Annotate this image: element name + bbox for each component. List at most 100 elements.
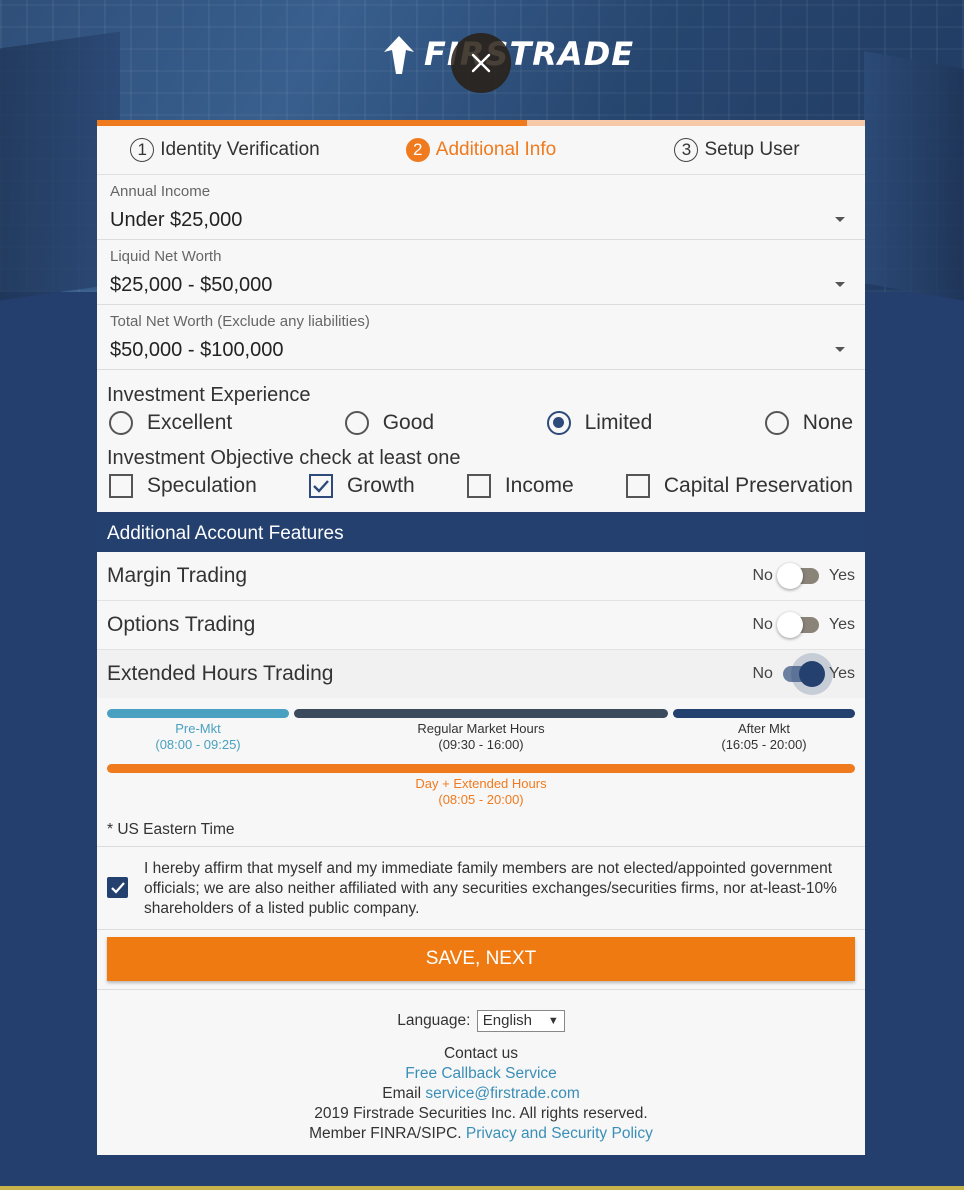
regular-hours-time: (09:30 - 16:00) xyxy=(438,737,524,752)
email-label: Email xyxy=(382,1085,422,1102)
copyright-text: 2019 Firstrade Securities Inc. All right… xyxy=(314,1105,648,1122)
radio-icon xyxy=(344,411,369,435)
select-caret-icon: ▼ xyxy=(547,1015,559,1027)
radio-good[interactable]: Good xyxy=(344,411,435,435)
step-number: 2 xyxy=(405,138,430,162)
after-market-bar xyxy=(673,709,855,718)
radio-limited[interactable]: Limited xyxy=(546,411,653,435)
toggle-track[interactable] xyxy=(782,661,825,687)
checkbox-capital-preservation[interactable]: Capital Preservation xyxy=(625,474,853,498)
toggle-no-label: No xyxy=(752,616,773,633)
field-label: Annual Income xyxy=(110,183,211,200)
toggle-yes-label: Yes xyxy=(828,567,855,584)
toggle-knob[interactable] xyxy=(776,612,803,638)
step-number: 3 xyxy=(674,138,699,162)
checkbox-growth[interactable]: Growth xyxy=(308,474,415,498)
step-label: Identity Verification xyxy=(160,139,320,160)
pre-market-name: Pre-Mkt xyxy=(175,721,221,736)
member-text: Member FINRA/SIPC. xyxy=(309,1125,462,1142)
save-next-button[interactable]: SAVE, NEXT xyxy=(107,937,855,981)
toggle-track[interactable] xyxy=(776,563,819,589)
options-trading-toggle[interactable]: No Yes xyxy=(752,612,855,638)
radio-excellent[interactable]: Excellent xyxy=(109,411,232,435)
pre-market-label: Pre-Mkt (08:00 - 09:25) xyxy=(107,721,289,753)
radio-label: Limited xyxy=(584,411,653,434)
close-button[interactable] xyxy=(451,33,511,93)
checkbox-label: Income xyxy=(504,474,574,497)
annual-income-select[interactable]: Annual Income Under $25,000 xyxy=(97,175,865,240)
field-value: Under $25,000 xyxy=(110,209,243,231)
footer: Language: English ▼ Contact us Free Call… xyxy=(97,1010,865,1144)
radio-none[interactable]: None xyxy=(764,411,853,435)
after-market-time: (16:05 - 20:00) xyxy=(721,737,807,752)
timezone-note: * US Eastern Time xyxy=(107,821,235,838)
language-select[interactable]: English ▼ xyxy=(476,1010,565,1032)
progress-bar xyxy=(97,120,865,126)
toggle-knob[interactable] xyxy=(798,661,825,687)
checkbox-icon xyxy=(625,474,650,498)
toggle-knob[interactable] xyxy=(776,563,803,589)
step-setup-user[interactable]: 3 Setup User xyxy=(609,138,865,162)
affirmation-row: I hereby affirm that myself and my immed… xyxy=(97,846,865,930)
stepper: 1 Identity Verification 2 Additional Inf… xyxy=(97,126,865,175)
logo-arrow-icon xyxy=(384,36,414,74)
checkbox-icon xyxy=(109,474,133,498)
toggle-track[interactable] xyxy=(776,612,819,638)
footer-divider xyxy=(97,989,865,990)
checkbox-label: Growth xyxy=(346,474,415,497)
caret-down-icon xyxy=(835,217,845,222)
options-trading-row: Options Trading No Yes xyxy=(97,601,865,650)
step-label: Additional Info xyxy=(435,139,557,160)
radio-icon xyxy=(764,411,789,435)
checkbox-speculation[interactable]: Speculation xyxy=(109,474,257,498)
total-net-worth-select[interactable]: Total Net Worth (Exclude any liabilities… xyxy=(97,305,865,370)
field-label: Total Net Worth (Exclude any liabilities… xyxy=(110,313,370,330)
close-icon xyxy=(471,53,491,73)
after-market-name: After Mkt xyxy=(737,721,790,736)
free-callback-link[interactable]: Free Callback Service xyxy=(405,1065,557,1082)
caret-down-icon xyxy=(835,282,845,287)
radio-selected-icon xyxy=(546,411,571,435)
language-value: English xyxy=(482,1012,532,1029)
field-value: $50,000 - $100,000 xyxy=(110,339,284,361)
language-label: Language: xyxy=(397,1012,471,1030)
member-row: Member FINRA/SIPC. Privacy and Security … xyxy=(97,1124,865,1144)
pre-market-time: (08:00 - 09:25) xyxy=(155,737,241,752)
after-market-label: After Mkt (16:05 - 20:00) xyxy=(673,721,855,753)
email-row: Email service@firstrade.com xyxy=(97,1084,865,1104)
toggle-yes-label: Yes xyxy=(828,665,855,682)
form-card: 1 Identity Verification 2 Additional Inf… xyxy=(97,120,865,512)
radio-label: Good xyxy=(382,411,435,434)
bottom-edge-strip xyxy=(0,1186,964,1190)
experience-title: Investment Experience xyxy=(107,384,311,406)
checkbox-income[interactable]: Income xyxy=(466,474,574,498)
step-additional-info[interactable]: 2 Additional Info xyxy=(353,138,609,162)
progress-fill xyxy=(97,120,528,126)
radio-icon xyxy=(109,411,133,435)
toggle-yes-label: Yes xyxy=(828,616,855,633)
checkbox-label: Speculation xyxy=(147,474,257,497)
checkmark-icon xyxy=(110,881,125,894)
objective-checkbox-group: Speculation Growth Income Capital Preser… xyxy=(97,470,865,512)
features-card: Margin Trading No Yes Options Trading No… xyxy=(97,552,865,1155)
language-row: Language: English ▼ xyxy=(97,1010,865,1032)
regular-hours-label: Regular Market Hours (09:30 - 16:00) xyxy=(294,721,668,753)
liquid-net-worth-select[interactable]: Liquid Net Worth $25,000 - $50,000 xyxy=(97,240,865,305)
caret-down-icon xyxy=(835,347,845,352)
step-identity[interactable]: 1 Identity Verification xyxy=(97,138,353,162)
feature-label: Margin Trading xyxy=(107,564,248,587)
affirmation-text: I hereby affirm that myself and my immed… xyxy=(144,860,837,917)
email-link[interactable]: service@firstrade.com xyxy=(425,1085,579,1102)
toggle-no-label: No xyxy=(752,665,773,682)
privacy-policy-link[interactable]: Privacy and Security Policy xyxy=(466,1125,653,1142)
extended-hours-name: Day + Extended Hours xyxy=(415,776,547,791)
objective-title: Investment Objective check at least one xyxy=(107,447,461,469)
feature-label: Extended Hours Trading xyxy=(107,662,334,685)
extended-hours-toggle[interactable]: No Yes xyxy=(752,661,855,687)
margin-trading-toggle[interactable]: No Yes xyxy=(752,563,855,589)
step-number: 1 xyxy=(130,138,155,162)
building-right xyxy=(864,51,964,301)
affirm-checkbox[interactable] xyxy=(107,877,128,898)
checkbox-label: Capital Preservation xyxy=(663,474,853,497)
field-label: Liquid Net Worth xyxy=(110,248,222,265)
